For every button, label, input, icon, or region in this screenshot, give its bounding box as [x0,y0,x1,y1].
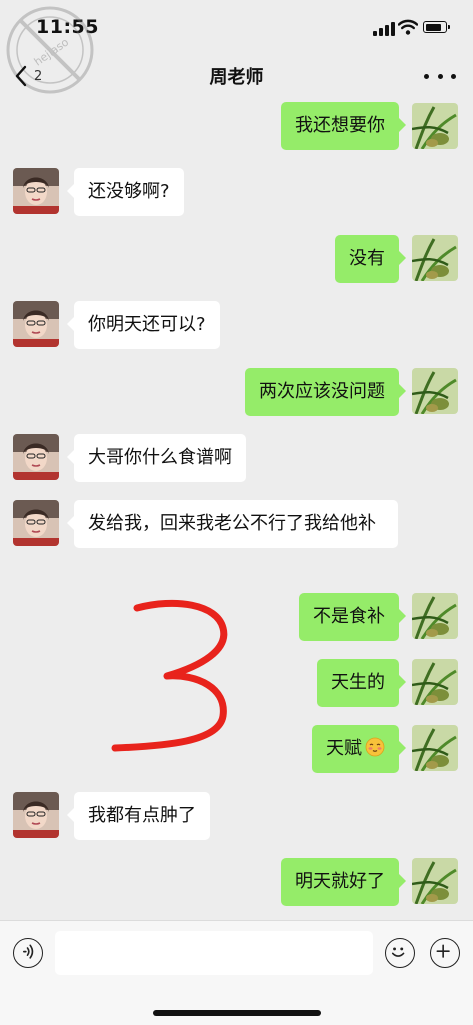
contact-photo [13,500,59,546]
my-avatar[interactable] [412,368,458,414]
more-button[interactable] [424,66,456,86]
plant-avatar-image [412,235,458,281]
contact-avatar[interactable] [13,792,59,838]
plant-avatar-image [412,659,458,705]
status-time: 11:55 [36,16,99,38]
battery-icon [423,21,450,33]
received-bubble[interactable]: 我都有点肿了 [67,792,210,840]
my-avatar[interactable] [412,858,458,904]
plus-icon [436,944,450,958]
contact-photo [13,301,59,347]
contact-photo [13,434,59,480]
message-input[interactable] [55,931,373,975]
my-avatar[interactable] [412,725,458,771]
input-bar [0,920,473,1025]
plant-avatar-image [412,725,458,771]
voice-button[interactable] [13,938,43,968]
emoji-icon [391,947,405,957]
contact-photo [13,792,59,838]
chat-title: 周老师 [209,67,264,88]
more-dots-icon [424,73,429,79]
contact-photo [13,168,59,214]
sent-bubble[interactable]: 明天就好了 [281,858,406,906]
received-bubble[interactable]: 大哥你什么食谱啊 [67,434,246,482]
sent-bubble[interactable]: 两次应该没问题 [245,368,406,416]
cellular-signal-icon [373,22,395,36]
sent-bubble[interactable]: 天生的 [317,659,406,707]
received-bubble[interactable]: 还没够啊? [67,168,184,216]
plant-avatar-image [412,593,458,639]
home-indicator [153,1010,321,1016]
contact-avatar[interactable] [13,301,59,347]
contact-avatar[interactable] [13,500,59,546]
emoji-button[interactable] [385,938,415,968]
my-avatar[interactable] [412,103,458,149]
my-avatar[interactable] [412,659,458,705]
received-bubble[interactable]: 发给我，回来我老公不行了我给他补 [67,500,398,548]
contact-avatar[interactable] [13,434,59,480]
contact-avatar[interactable] [13,168,59,214]
plant-avatar-image [412,858,458,904]
sent-bubble[interactable]: 没有 [335,235,406,283]
voice-icon [23,944,34,959]
my-avatar[interactable] [412,593,458,639]
sent-bubble[interactable]: 我还想要你 [281,102,406,150]
plus-button[interactable] [430,938,460,968]
plant-avatar-image [412,368,458,414]
message-list[interactable]: 我还想要你 还没够啊? 没有 你明天还可以? 两次应该没问题 大哥你什么食谱啊 … [0,102,473,920]
nav-bar: 2 周老师 [0,50,473,102]
received-bubble[interactable]: 你明天还可以? [67,301,220,349]
plant-avatar-image [412,103,458,149]
blush-face-icon [365,737,385,757]
wifi-icon [398,19,418,35]
status-bar: 11:55 [0,0,473,50]
sent-bubble[interactable]: 不是食补 [299,593,406,641]
sent-bubble[interactable]: 天赋 [312,725,406,773]
sent-text: 天赋 [326,738,362,759]
my-avatar[interactable] [412,235,458,281]
